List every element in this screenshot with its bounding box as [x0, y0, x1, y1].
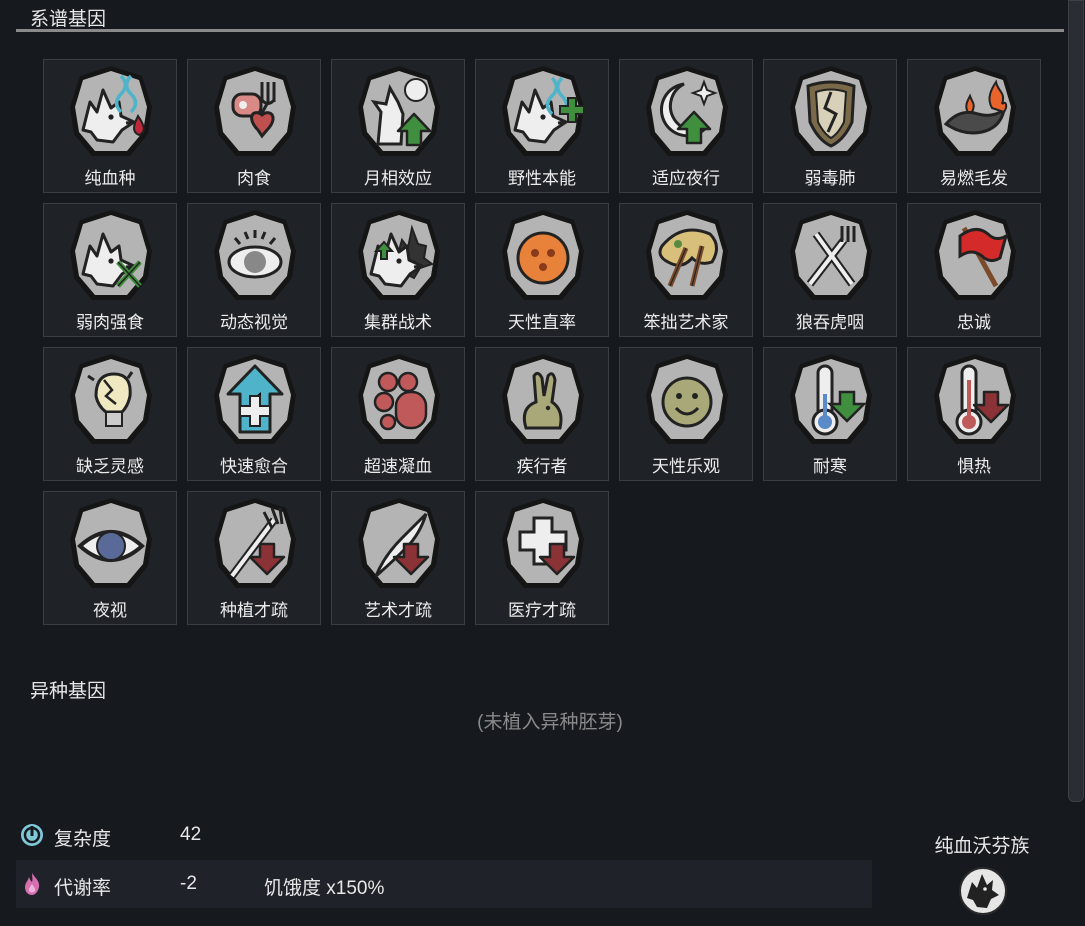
gene-label: 野性本能	[508, 169, 576, 188]
gene-tile[interactable]: 夜视	[43, 491, 177, 625]
gene-label: 适应夜行	[652, 169, 720, 188]
gene-tile[interactable]: 超速凝血	[331, 347, 465, 481]
xenogenes-empty-text: (未植入异种胚芽)	[477, 712, 623, 733]
endogenes-title: 系谱基因	[30, 9, 107, 30]
metabolism-flame-icon	[25, 873, 40, 895]
night-eye-icon	[70, 498, 152, 588]
pitchfork-down-icon	[214, 498, 296, 588]
gene-label: 肉食	[237, 169, 271, 188]
xenotype-name: 纯血沃芬族	[934, 836, 1030, 857]
gene-label: 惧热	[957, 457, 991, 476]
gene-label: 易燃毛发	[940, 169, 1008, 188]
alert-eye-icon	[214, 210, 296, 300]
complexity-label: 复杂度	[54, 829, 112, 850]
metabolism-value: -2	[180, 873, 197, 894]
gene-label: 集群战术	[364, 313, 432, 332]
cracked-lung-shield-icon	[790, 66, 872, 156]
thermometer-cold-icon	[790, 354, 872, 444]
gene-tile[interactable]: 易燃毛发	[907, 59, 1041, 193]
gene-label: 弱肉强食	[76, 313, 144, 332]
metabolism-label: 代谢率	[54, 878, 112, 899]
gene-label: 快速愈合	[220, 457, 288, 476]
gene-label: 医疗才疏	[508, 601, 576, 620]
medical-down-icon	[502, 498, 584, 588]
xenogenes-title: 异种基因	[30, 681, 107, 702]
gene-label: 耐寒	[813, 457, 847, 476]
complexity-row: 复杂度 42	[16, 811, 872, 859]
gene-tile[interactable]: 医疗才疏	[475, 491, 609, 625]
gene-tile[interactable]: 月相效应	[331, 59, 465, 193]
gene-tile[interactable]: 肉食	[187, 59, 321, 193]
hunger-rate-text: 饥饿度 x150%	[264, 878, 385, 899]
broken-brushes-icon	[646, 210, 728, 300]
gene-tile[interactable]: 缺乏灵感	[43, 347, 177, 481]
gene-tile[interactable]: 适应夜行	[619, 59, 753, 193]
gene-tile[interactable]: 耐寒	[763, 347, 897, 481]
gene-label: 弱毒肺	[804, 169, 856, 188]
red-flag-icon	[934, 210, 1016, 300]
gene-label: 艺术才疏	[364, 601, 432, 620]
meat-fork-heart-icon	[214, 66, 296, 156]
wolf-crossed-swords-icon	[70, 210, 152, 300]
scrollbar-thumb[interactable]	[1068, 0, 1084, 802]
gene-tile[interactable]: 天性直率	[475, 203, 609, 337]
gene-tile[interactable]: 纯血种	[43, 59, 177, 193]
complexity-icon	[21, 824, 43, 846]
smiley-face-icon	[646, 354, 728, 444]
gene-label: 狼吞虎咽	[796, 313, 864, 332]
gene-label: 忠诚	[957, 313, 991, 332]
rabbit-icon	[502, 354, 584, 444]
broken-lightbulb-icon	[70, 354, 152, 444]
gene-tile[interactable]: 弱肉强食	[43, 203, 177, 337]
gene-label: 纯血种	[84, 169, 136, 188]
gene-tile[interactable]: 疾行者	[475, 347, 609, 481]
gene-label: 缺乏灵感	[76, 457, 144, 476]
wolf-dna-blood-icon	[70, 66, 152, 156]
section-divider	[16, 29, 1064, 32]
healing-arrow-icon	[214, 354, 296, 444]
gene-label: 夜视	[93, 601, 127, 620]
gene-label: 动态视觉	[220, 313, 288, 332]
gene-label: 种植才疏	[220, 601, 288, 620]
gene-tile[interactable]: 忠诚	[907, 203, 1041, 337]
gene-label: 疾行者	[516, 457, 568, 476]
gene-tile[interactable]: 艺术才疏	[331, 491, 465, 625]
gene-label: 月相效应	[364, 169, 432, 188]
gene-label: 天性直率	[508, 313, 576, 332]
gene-label: 天性乐观	[652, 457, 720, 476]
gene-tile[interactable]: 种植才疏	[187, 491, 321, 625]
wolf-head-icon[interactable]	[958, 866, 1008, 916]
wolf-dna-plus-icon	[502, 66, 585, 156]
gene-label: 超速凝血	[364, 457, 432, 476]
gene-tile[interactable]: 快速愈合	[187, 347, 321, 481]
gene-tile[interactable]: 天性乐观	[619, 347, 753, 481]
wolf-howl-moon-icon	[358, 66, 440, 156]
gene-tile[interactable]: 狼吞虎咽	[763, 203, 897, 337]
blunt-face-icon	[502, 210, 584, 300]
crescent-moon-up-arrow-icon	[646, 66, 728, 156]
brush-down-icon	[358, 498, 440, 588]
wolf-pack-icon	[358, 210, 440, 300]
gene-tile[interactable]: 笨拙艺术家	[619, 203, 753, 337]
gene-tile[interactable]: 动态视觉	[187, 203, 321, 337]
metabolism-row: 代谢率 -2 饥饿度 x150%	[16, 860, 872, 908]
thermometer-heat-icon	[934, 354, 1016, 444]
gene-tile[interactable]: 野性本能	[475, 59, 609, 193]
gene-tile[interactable]: 弱毒肺	[763, 59, 897, 193]
gene-label: 笨拙艺术家	[643, 313, 729, 332]
blood-cells-icon	[358, 354, 440, 444]
gene-tile[interactable]: 集群战术	[331, 203, 465, 337]
complexity-value: 42	[180, 824, 202, 845]
burning-fur-icon	[934, 66, 1016, 156]
knife-fork-icon	[790, 210, 872, 300]
gene-tile[interactable]: 惧热	[907, 347, 1041, 481]
